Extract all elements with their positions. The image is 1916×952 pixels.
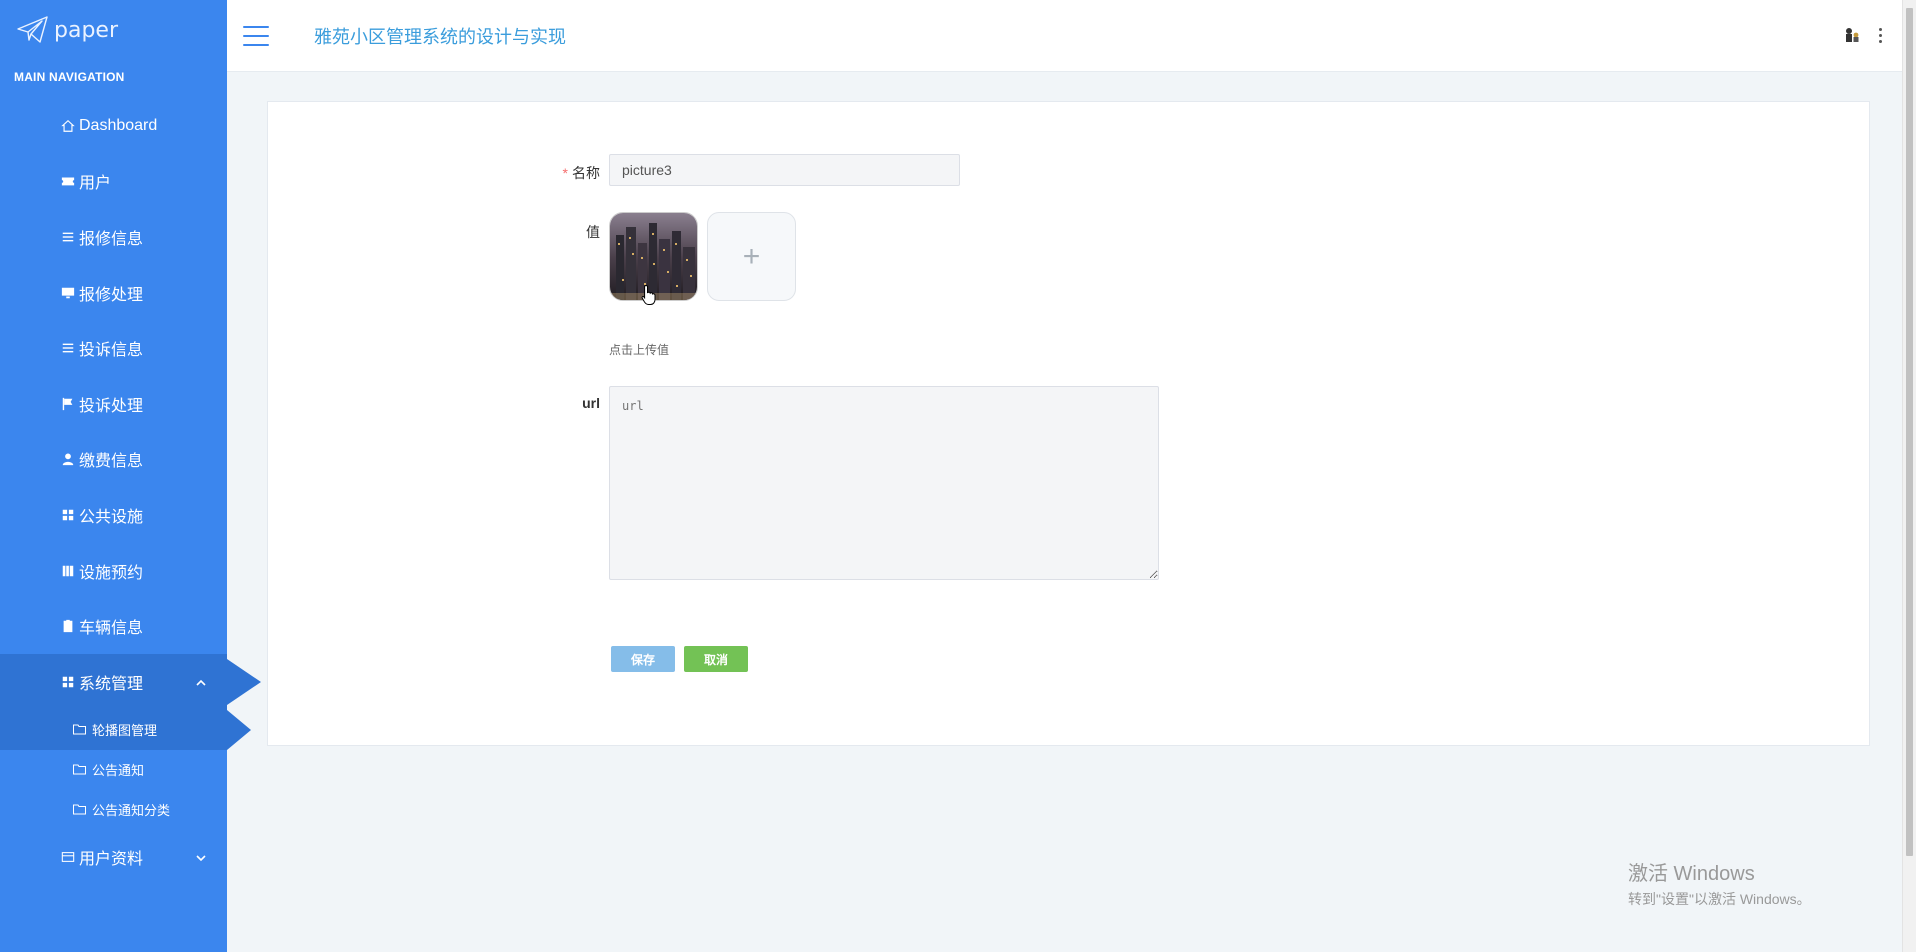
name-input[interactable]: picture3 (609, 154, 960, 186)
user-avatar-icon[interactable] (1843, 26, 1861, 44)
paper-plane-icon (17, 16, 48, 43)
folder-icon (73, 764, 86, 775)
save-button[interactable]: 保存 (611, 646, 675, 672)
grid-icon (60, 674, 76, 690)
upload-hint: 点击上传值 (609, 343, 670, 357)
sidebar: paper MAIN NAVIGATION Dashboard 用户 报修信息 … (0, 0, 261, 952)
sidebar-item-repair-handle[interactable]: 报修处理 (0, 265, 227, 321)
header-actions (1843, 26, 1882, 44)
windows-activation-watermark: 激活 Windows 转到"设置"以激活 Windows。 (1628, 857, 1811, 909)
sidebar-item-users[interactable]: 用户 (0, 154, 227, 210)
value-label: 值 (586, 224, 600, 240)
sidebar-item-repair-info[interactable]: 报修信息 (0, 209, 227, 265)
user-icon (60, 451, 76, 467)
sidebar-item-complaint-info[interactable]: 投诉信息 (0, 320, 227, 376)
sidebar-item-label: 报修信息 (79, 230, 144, 248)
nav-header: MAIN NAVIGATION (14, 70, 125, 84)
sidebar-item-label: 投诉处理 (79, 397, 144, 415)
top-header: 雅苑小区管理系统的设计与实现 (227, 0, 1902, 72)
sidebar-item-label: 车辆信息 (79, 620, 144, 638)
sidebar-subitem-label: 公告通知 (92, 763, 145, 779)
list-icon (60, 340, 76, 356)
upload-button[interactable]: + (707, 212, 796, 301)
book-icon (60, 563, 76, 579)
sidebar-subitem-label: 公告通知分类 (92, 803, 171, 819)
sidebar-item-label: 投诉信息 (79, 342, 144, 360)
sidebar-item-payment-info[interactable]: 缴费信息 (0, 432, 227, 488)
plus-icon: + (742, 239, 761, 273)
more-options-icon[interactable] (1879, 27, 1882, 43)
url-label: url (582, 395, 600, 411)
sidebar-item-label: 用户 (79, 175, 112, 193)
sidebar-subitem-carousel[interactable]: 轮播图管理 (0, 709, 251, 750)
card-icon (60, 849, 76, 865)
sidebar-item-complaint-handle[interactable]: 投诉处理 (0, 376, 227, 432)
monitor-icon (60, 285, 76, 301)
sidebar-item-label: 报修处理 (79, 286, 144, 304)
hand-cursor-icon (641, 284, 656, 305)
sidebar-item-system-management[interactable]: 系统管理 (0, 653, 261, 710)
sidebar-item-dashboard[interactable]: Dashboard (0, 98, 227, 154)
url-textarea[interactable] (609, 386, 1159, 580)
sidebar-subitem-label: 轮播图管理 (92, 723, 158, 739)
watermark-line2: 转到"设置"以激活 Windows。 (1628, 891, 1811, 907)
scrollbar-thumb[interactable] (1906, 8, 1913, 856)
menu-toggle-icon[interactable] (243, 25, 269, 46)
clipboard-icon (60, 618, 76, 634)
page-scrollbar[interactable] (1902, 0, 1916, 952)
list-icon (60, 229, 76, 245)
folder-icon (73, 724, 86, 735)
flag-icon (60, 396, 76, 412)
sidebar-item-label: 公共设施 (79, 508, 144, 526)
chevron-down-icon[interactable] (195, 851, 207, 863)
logo-text: paper (54, 17, 118, 43)
sidebar-item-label: Dashboard (79, 116, 158, 134)
sidebar-item-label: 设施预约 (79, 564, 144, 582)
edit-form-card: * 名称 picture3 值 + 点击上传值 url url 保存 取消 (267, 101, 1870, 746)
sidebar-item-user-profile[interactable]: 用户资料 (0, 830, 227, 886)
sidebar-item-label: 缴费信息 (79, 453, 144, 471)
sidebar-item-facility-booking[interactable]: 设施预约 (0, 543, 227, 599)
sidebar-item-label: 用户资料 (79, 851, 144, 869)
ticket-icon (60, 173, 76, 189)
page-title: 雅苑小区管理系统的设计与实现 (314, 26, 566, 47)
sidebar-item-public-facilities[interactable]: 公共设施 (0, 487, 227, 543)
cancel-button[interactable]: 取消 (684, 646, 748, 672)
name-label: * 名称 (562, 165, 600, 181)
sidebar-subitem-notice[interactable]: 公告通知 (0, 750, 227, 790)
chevron-up-icon[interactable] (195, 676, 207, 688)
home-icon (60, 118, 76, 134)
sidebar-item-label: 系统管理 (79, 675, 144, 693)
grid-icon (60, 507, 76, 523)
folder-icon (73, 804, 86, 815)
sidebar-subitem-notice-category[interactable]: 公告通知分类 (0, 790, 227, 830)
watermark-line1: 激活 Windows (1628, 863, 1755, 885)
logo[interactable]: paper (0, 0, 227, 60)
sidebar-item-vehicle-info[interactable]: 车辆信息 (0, 598, 227, 654)
